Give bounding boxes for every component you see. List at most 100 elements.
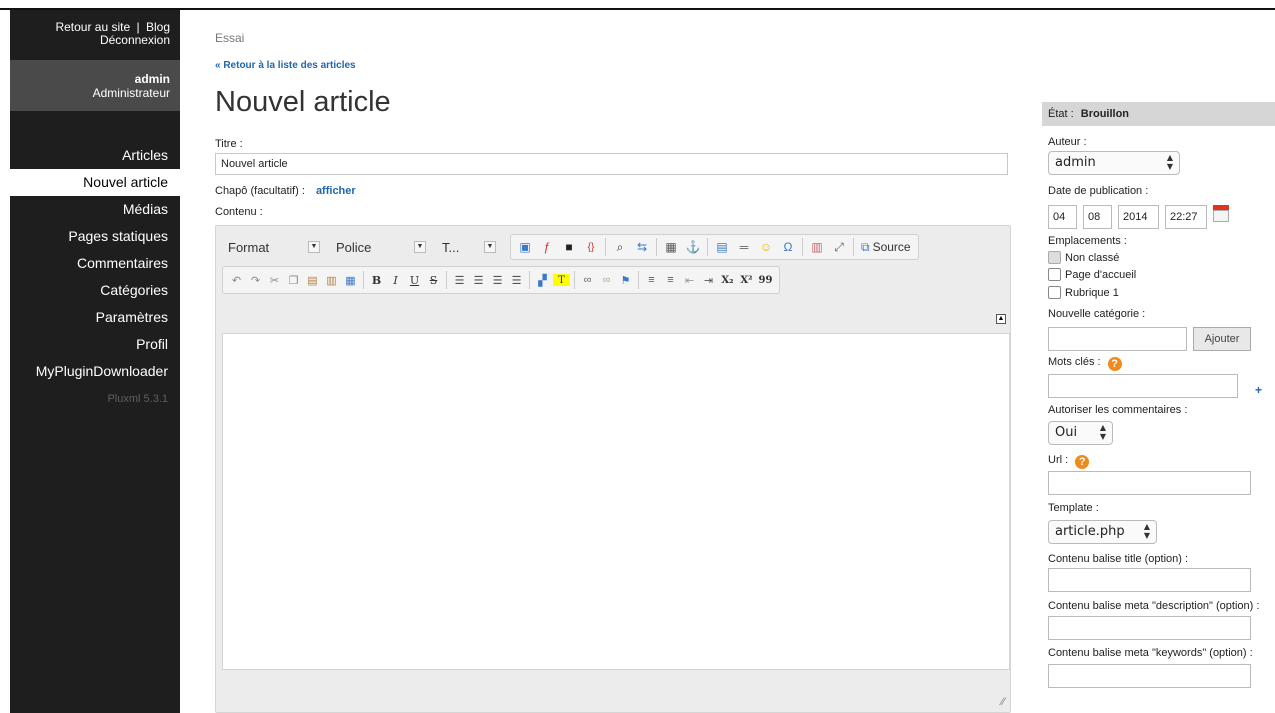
sidebar-item-medias[interactable]: Médias — [10, 196, 180, 223]
bg-color-icon[interactable]: T — [553, 274, 570, 286]
align-right-icon[interactable]: ☰ — [489, 270, 506, 290]
sidebar-item-categories[interactable]: Catégories — [10, 277, 180, 304]
sidebar-item-profile[interactable]: Profil — [10, 331, 180, 358]
author-label: Auteur : — [1048, 136, 1087, 148]
toolbar-separator — [446, 271, 447, 289]
templates-icon[interactable]: ▤ — [712, 237, 732, 257]
replace-icon[interactable]: ⇆ — [632, 237, 652, 257]
toolbar-separator — [656, 238, 657, 256]
help-icon[interactable]: ? — [1075, 455, 1090, 469]
paste-icon[interactable]: ▤ — [304, 270, 321, 290]
blockquote-button[interactable]: 99 — [757, 270, 774, 290]
undo-icon[interactable]: ↶ — [228, 270, 245, 290]
help-icon[interactable]: ? — [1107, 357, 1122, 371]
omega-icon[interactable]: Ω — [778, 237, 798, 257]
meta-description-input[interactable] — [1048, 616, 1251, 640]
hr-icon[interactable]: ═ — [734, 237, 754, 257]
logout-link[interactable]: Déconnexion — [100, 33, 170, 47]
sidebar-item-static-pages[interactable]: Pages statiques — [10, 223, 180, 250]
outdent-icon[interactable]: ⇤ — [681, 270, 698, 290]
pagebreak-icon[interactable]: ▥ — [807, 237, 827, 257]
camera-icon[interactable]: ■ — [559, 237, 579, 257]
subscript-button[interactable]: X₂ — [719, 270, 736, 290]
calendar-icon[interactable] — [1213, 205, 1229, 222]
size-combo[interactable]: T... ▼ — [436, 235, 506, 259]
blog-link[interactable]: Blog — [146, 20, 170, 34]
bullet-list-icon[interactable]: ≡ — [662, 270, 679, 290]
copy-icon[interactable]: ❐ — [285, 270, 302, 290]
indent-icon[interactable]: ⇥ — [700, 270, 717, 290]
code-icon[interactable]: {} — [581, 237, 601, 257]
flash-icon[interactable]: ƒ — [537, 237, 557, 257]
date-day-input[interactable]: 04 — [1048, 205, 1077, 229]
back-to-site-link[interactable]: Retour au site — [55, 20, 130, 34]
back-to-list-link[interactable]: « Retour à la liste des articles — [215, 60, 356, 71]
link-icon[interactable]: ∞ — [579, 270, 596, 290]
bold-button[interactable]: B — [368, 270, 385, 290]
paste-text-icon[interactable]: ▥ — [323, 270, 340, 290]
title-tag-input[interactable] — [1048, 568, 1251, 592]
strike-button[interactable]: S — [425, 270, 442, 290]
align-center-icon[interactable]: ☰ — [470, 270, 487, 290]
new-category-input[interactable] — [1048, 327, 1187, 351]
location-uncategorized[interactable]: Non classé — [1048, 251, 1119, 264]
date-time-input[interactable]: 22:27 — [1165, 205, 1207, 229]
checkbox[interactable] — [1048, 251, 1061, 264]
url-input[interactable] — [1048, 471, 1251, 495]
numbered-list-icon[interactable]: ≡ — [643, 270, 660, 290]
table-icon[interactable]: ▦ — [661, 237, 681, 257]
meta-keywords-input[interactable] — [1048, 664, 1251, 688]
location-rubrique-1[interactable]: Rubrique 1 — [1048, 286, 1119, 299]
sidebar-item-myplugindownloader[interactable]: MyPluginDownloader — [10, 358, 180, 385]
unlink-icon[interactable]: ∞ — [598, 270, 615, 290]
text-color-icon[interactable]: ▞ — [534, 270, 551, 290]
redo-icon[interactable]: ↷ — [247, 270, 264, 290]
sidebar-item-settings[interactable]: Paramètres — [10, 304, 180, 331]
format-combo[interactable]: Format ▼ — [222, 235, 330, 259]
checkbox[interactable] — [1048, 268, 1061, 281]
sidebar-item-new-article[interactable]: Nouvel article — [10, 169, 180, 196]
toolbar-separator — [802, 238, 803, 256]
comments-select[interactable]: Oui ▲ ▼ — [1048, 421, 1113, 445]
top-border — [0, 0, 1275, 10]
date-month-input[interactable]: 08 — [1083, 205, 1112, 229]
anchor-link-icon[interactable]: ⚑ — [617, 270, 634, 290]
location-label: Page d'accueil — [1065, 268, 1137, 281]
sidebar-item-articles[interactable]: Articles — [10, 142, 180, 169]
source-button[interactable]: ⧉ Source — [857, 240, 915, 255]
location-label: Rubrique 1 — [1065, 286, 1119, 299]
maximize-icon[interactable]: ⤢ — [829, 237, 849, 257]
smiley-icon[interactable]: ☺ — [756, 237, 776, 257]
underline-button[interactable]: U — [406, 270, 423, 290]
find-icon[interactable]: ⌕ — [610, 237, 630, 257]
sidebar-top-links: Retour au site | Blog Déconnexion — [10, 10, 180, 60]
toolbar-separator — [605, 238, 606, 256]
chapo-show-link[interactable]: afficher — [316, 185, 356, 197]
justify-icon[interactable]: ☰ — [508, 270, 525, 290]
page-title: Nouvel article — [215, 86, 391, 118]
image-icon[interactable]: ▣ — [515, 237, 535, 257]
rich-text-editor: Format ▼ Police ▼ T... ▼ ▣ ƒ ■ {} ⌕ ⇆ ▦ — [215, 225, 1011, 713]
cut-icon[interactable]: ✂ — [266, 270, 283, 290]
author-select[interactable]: admin ▲ ▼ — [1048, 151, 1180, 175]
font-combo[interactable]: Police ▼ — [330, 235, 436, 259]
template-select[interactable]: article.php ▲ ▼ — [1048, 520, 1157, 544]
add-category-button[interactable]: Ajouter — [1193, 327, 1251, 351]
sidebar-item-comments[interactable]: Commentaires — [10, 250, 180, 277]
paste-word-icon[interactable]: ▦ — [342, 270, 359, 290]
resize-handle-icon[interactable]: ⁄⁄ — [1001, 696, 1005, 708]
date-year-input[interactable]: 2014 — [1118, 205, 1159, 229]
content-label: Contenu : — [215, 206, 263, 218]
location-homepage[interactable]: Page d'accueil — [1048, 268, 1136, 281]
collapse-toolbar-button[interactable]: ▲ — [996, 314, 1006, 324]
superscript-button[interactable]: X² — [738, 270, 755, 290]
italic-button[interactable]: I — [387, 270, 404, 290]
plus-icon[interactable]: + — [1255, 383, 1262, 397]
updown-icon: ▲ ▼ — [1166, 153, 1173, 171]
title-input[interactable]: Nouvel article — [215, 153, 1008, 175]
align-left-icon[interactable]: ☰ — [451, 270, 468, 290]
tags-input[interactable] — [1048, 374, 1238, 398]
editor-content-area[interactable] — [222, 333, 1010, 670]
anchor-icon[interactable]: ⚓ — [683, 237, 703, 257]
checkbox[interactable] — [1048, 286, 1061, 299]
